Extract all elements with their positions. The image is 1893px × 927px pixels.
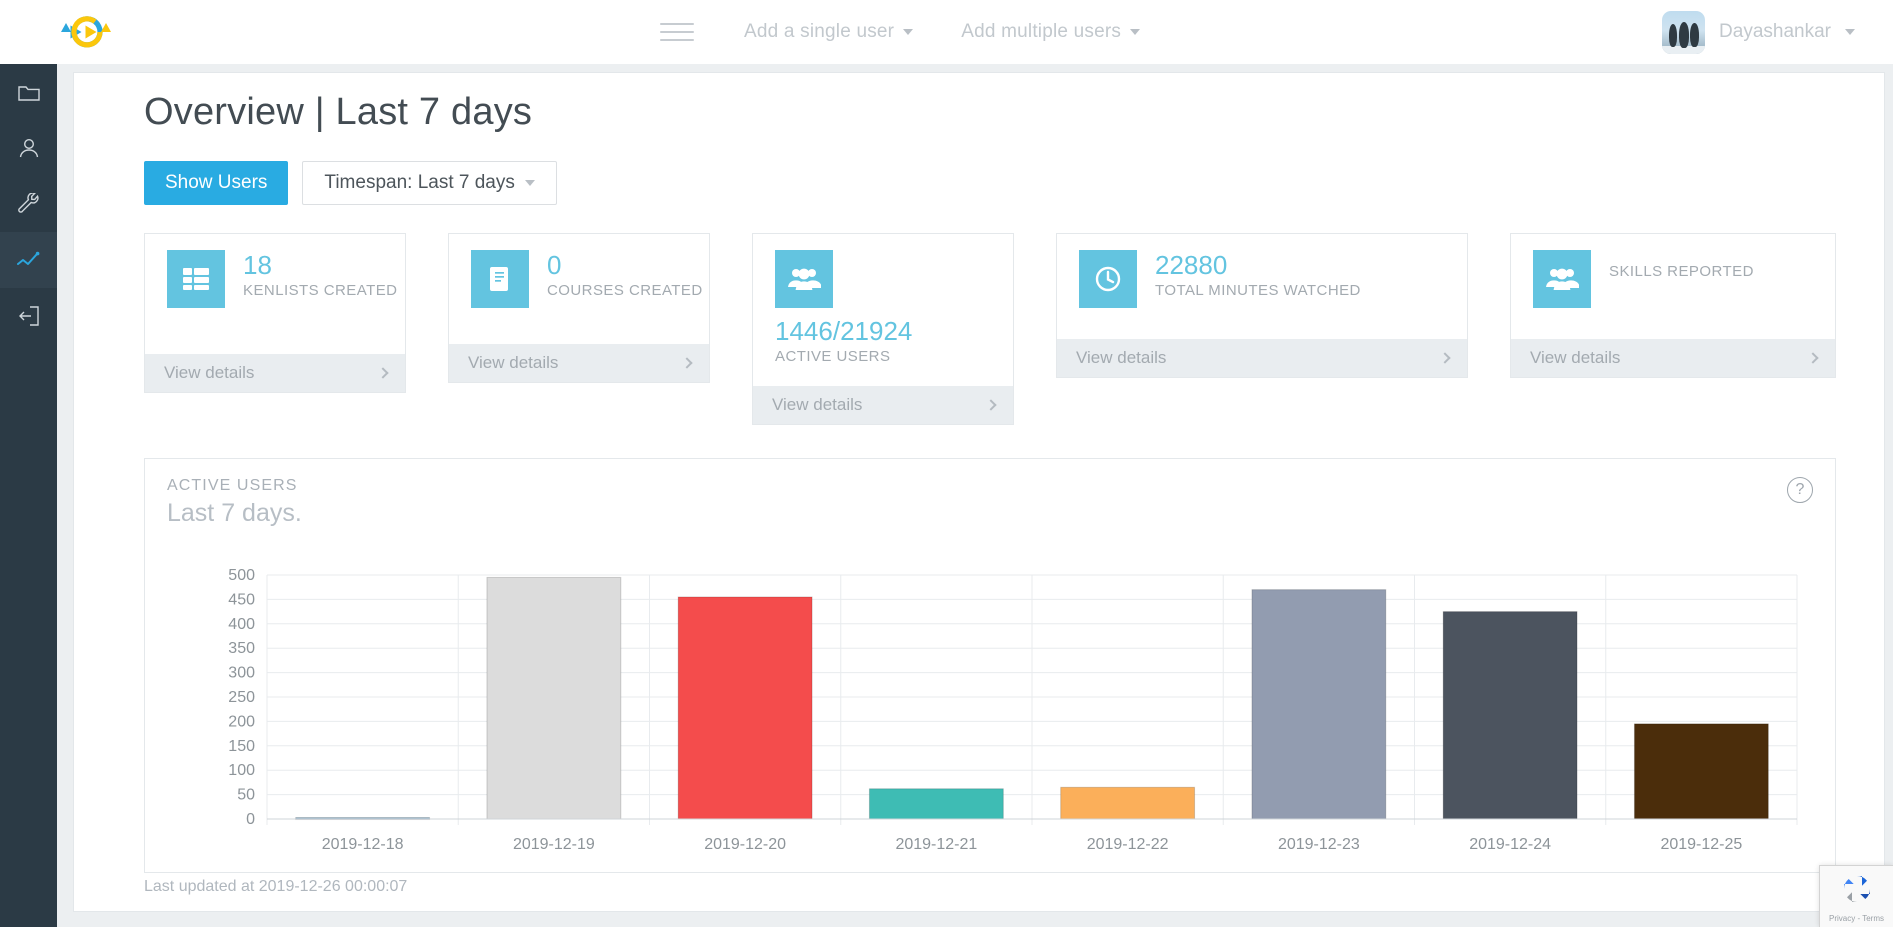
svg-text:500: 500 <box>228 567 255 584</box>
view-details-label: View details <box>164 363 255 382</box>
chevron-down-icon <box>524 180 535 186</box>
recaptcha-icon <box>1839 871 1875 912</box>
view-details-label: View details <box>468 353 559 372</box>
sidebar-item-logout[interactable] <box>0 288 57 344</box>
active-users-chart-panel: ACTIVE USERS Last 7 days. ? 0 50 100 150 200… <box>144 458 1836 873</box>
stat-label: COURSES CREATED <box>547 282 703 300</box>
user-menu[interactable]: Dayashankar <box>1662 0 1855 64</box>
recaptcha-text: Privacy - Terms <box>1829 914 1884 923</box>
overview-panel: Overview | Last 7 days Show Users Timesp… <box>73 72 1885 912</box>
bar-chart: 0 50 100 150 200 250 300 350 400 450 500 2019-12-18… <box>145 567 1837 867</box>
sidebar-item-folder[interactable] <box>0 64 57 120</box>
view-details-link[interactable]: View details <box>1057 339 1467 377</box>
nav-add-multiple-users[interactable]: Add multiple users <box>961 21 1141 43</box>
page-title: Overview | Last 7 days <box>144 91 533 133</box>
chevron-right-icon <box>1807 352 1819 364</box>
svg-text:250: 250 <box>228 689 255 706</box>
stat-card-kenlists[interactable]: 18 KENLISTS CREATED View details <box>144 233 406 393</box>
help-icon[interactable]: ? <box>1787 477 1813 503</box>
svg-text:2019-12-24: 2019-12-24 <box>1469 836 1551 853</box>
top-bar: Add a single user Add multiple users Day… <box>0 0 1893 64</box>
chevron-right-icon <box>1439 352 1451 364</box>
svg-text:2019-12-19: 2019-12-19 <box>513 836 595 853</box>
wrench-icon <box>17 193 40 215</box>
user-icon <box>18 137 40 159</box>
folder-icon <box>17 83 40 102</box>
stat-card-row: 18 KENLISTS CREATED View details 0 COURS… <box>144 233 1836 428</box>
view-details-label: View details <box>1530 348 1621 367</box>
avatar <box>1662 10 1706 54</box>
svg-text:2019-12-23: 2019-12-23 <box>1278 836 1360 853</box>
svg-text:100: 100 <box>228 762 255 779</box>
app-logo[interactable] <box>44 5 130 59</box>
view-details-link[interactable]: View details <box>1511 339 1835 377</box>
chart-kicker: ACTIVE USERS <box>167 477 298 494</box>
hamburger-menu-icon[interactable] <box>660 19 694 45</box>
people-icon <box>1533 250 1591 308</box>
nav-add-multiple-users-label: Add multiple users <box>961 21 1122 42</box>
logout-icon <box>18 306 40 326</box>
chevron-right-icon <box>985 399 997 411</box>
stat-label: TOTAL MINUTES WATCHED <box>1155 282 1361 300</box>
chevron-down-icon <box>1130 29 1141 35</box>
chart-header: ACTIVE USERS Last 7 days. <box>145 459 1835 528</box>
chevron-right-icon <box>681 357 693 369</box>
timespan-dropdown-label: Timespan: Last 7 days <box>324 172 515 193</box>
svg-text:300: 300 <box>228 665 255 682</box>
svg-text:200: 200 <box>228 713 255 730</box>
svg-text:150: 150 <box>228 738 255 755</box>
toolbar: Show Users Timespan: Last 7 days <box>144 161 557 205</box>
stat-label: KENLISTS CREATED <box>243 282 398 300</box>
help-icon-label: ? <box>1795 481 1805 498</box>
svg-text:450: 450 <box>228 591 255 608</box>
svg-text:2019-12-18: 2019-12-18 <box>322 836 404 853</box>
nav-add-single-user-label: Add a single user <box>744 21 895 42</box>
svg-text:2019-12-22: 2019-12-22 <box>1087 836 1169 853</box>
sidebar-item-analytics[interactable] <box>0 232 57 288</box>
nav-add-single-user[interactable]: Add a single user <box>744 21 914 43</box>
stat-card-skills-reported[interactable]: SKILLS REPORTED View details <box>1510 233 1836 378</box>
svg-text:350: 350 <box>228 640 255 657</box>
view-details-label: View details <box>1076 348 1167 367</box>
recaptcha-badge[interactable]: Privacy - Terms <box>1819 865 1893 927</box>
svg-text:2019-12-25: 2019-12-25 <box>1660 836 1742 853</box>
svg-text:400: 400 <box>228 616 255 633</box>
sidebar-item-settings[interactable] <box>0 176 57 232</box>
last-updated-text: Last updated at 2019-12-26 00:00:07 <box>144 878 408 895</box>
sidebar-item-user[interactable] <box>0 120 57 176</box>
sidebar <box>0 64 57 927</box>
stat-card-courses[interactable]: 0 COURSES CREATED View details <box>448 233 710 383</box>
chevron-right-icon <box>377 367 389 379</box>
stat-value: 0 <box>547 250 562 280</box>
stat-card-minutes-watched[interactable]: 22880 TOTAL MINUTES WATCHED View details <box>1056 233 1468 378</box>
chart-subtitle: Last 7 days. <box>167 499 302 527</box>
view-details-link[interactable]: View details <box>449 344 709 382</box>
grid-icon <box>167 250 225 308</box>
svg-text:2019-12-20: 2019-12-20 <box>704 836 786 853</box>
timespan-dropdown[interactable]: Timespan: Last 7 days <box>302 161 557 205</box>
show-users-button[interactable]: Show Users <box>144 161 289 205</box>
svg-text:0: 0 <box>246 811 255 828</box>
main-navigation: Add a single user Add multiple users <box>660 0 1188 64</box>
stat-card-active-users[interactable]: 1446/21924 ACTIVE USERS View details <box>752 233 1014 425</box>
people-icon <box>775 250 833 308</box>
stat-value: 1446/21924 <box>775 316 913 346</box>
view-details-link[interactable]: View details <box>753 386 1013 424</box>
clock-icon <box>1079 250 1137 308</box>
main-content: Overview | Last 7 days Show Users Timesp… <box>57 64 1893 927</box>
view-details-label: View details <box>772 395 863 414</box>
svg-text:2019-12-21: 2019-12-21 <box>895 836 977 853</box>
stat-label: ACTIVE USERS <box>775 348 891 366</box>
svg-text:50: 50 <box>237 787 255 804</box>
stat-value: 22880 <box>1155 250 1228 280</box>
chevron-down-icon <box>1845 29 1855 35</box>
stat-value: 18 <box>243 250 272 280</box>
book-icon <box>471 250 529 308</box>
user-name: Dayashankar <box>1719 21 1831 42</box>
line-chart-icon <box>16 251 41 269</box>
chevron-down-icon <box>903 29 914 35</box>
view-details-link[interactable]: View details <box>145 354 405 392</box>
stat-label: SKILLS REPORTED <box>1609 263 1754 280</box>
